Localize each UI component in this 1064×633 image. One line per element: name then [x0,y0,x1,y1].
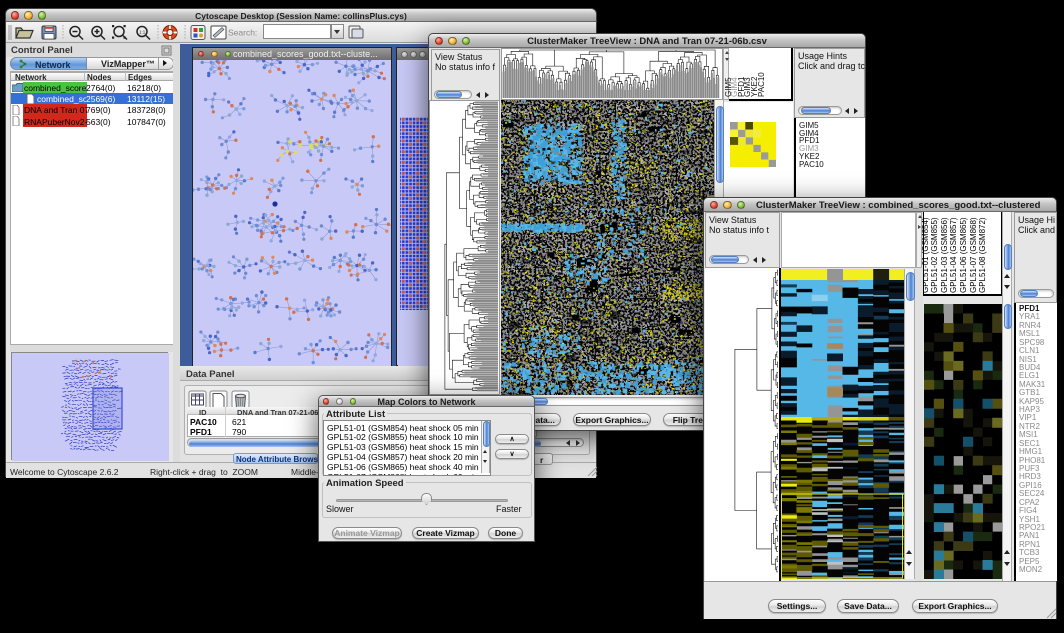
svg-text:Search:: Search: [228,28,257,38]
svg-text:1:1: 1:1 [139,30,146,35]
